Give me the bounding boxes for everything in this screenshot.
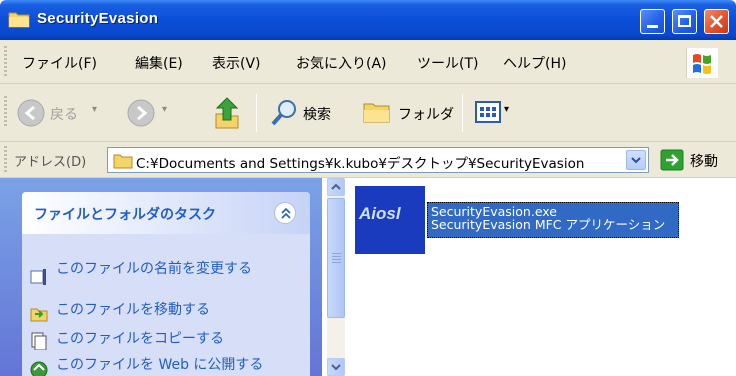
back-arrow-icon[interactable] <box>16 98 46 128</box>
chevron-up-icon <box>331 183 341 190</box>
task-publish-file[interactable]: このファイルを Web に公開する <box>56 358 286 372</box>
close-icon <box>710 15 723 28</box>
rename-icon <box>30 269 46 285</box>
application-icon[interactable]: Aiosl <box>355 186 425 254</box>
address-dropdown-button[interactable] <box>626 150 646 170</box>
standard-toolbar: 戻る ▾ ▾ 検索 フォルダ ▾ <box>0 84 736 142</box>
maximize-icon <box>678 15 691 27</box>
windows-logo <box>686 48 718 78</box>
forward-arrow-icon[interactable] <box>126 98 156 128</box>
views-dropdown-icon[interactable]: ▾ <box>504 104 509 115</box>
application-icon-text: Aiosl <box>359 204 401 223</box>
title-bar: SecurityEvasion <box>0 0 736 40</box>
collapse-button[interactable] <box>274 202 296 224</box>
menu-view[interactable]: 表示(V) <box>212 53 261 73</box>
folder-icon <box>8 12 30 28</box>
address-label: アドレス(D) <box>14 155 87 170</box>
back-button-label[interactable]: 戻る <box>50 104 78 124</box>
menu-favorites[interactable]: お気に入り(A) <box>296 53 387 73</box>
maximize-button[interactable] <box>672 9 697 34</box>
folder-up-icon[interactable] <box>212 96 242 130</box>
window-title: SecurityEvasion <box>37 10 159 27</box>
toolbar-grip <box>4 96 7 128</box>
chevron-down-icon <box>331 364 341 371</box>
minimize-button[interactable] <box>640 9 665 34</box>
views-icon[interactable] <box>475 100 503 124</box>
web-publish-icon <box>30 361 48 376</box>
task-panel-title: ファイルとフォルダのタスク <box>34 207 216 223</box>
task-pane-scrollbar[interactable] <box>327 178 345 376</box>
double-chevron-up-icon <box>281 207 291 219</box>
address-input[interactable]: C:¥Documents and Settings¥k.kubo¥デスクトップ¥… <box>107 147 649 173</box>
search-icon[interactable] <box>270 98 300 128</box>
folders-button-label[interactable]: フォルダ <box>398 104 454 124</box>
menu-tools[interactable]: ツール(T) <box>417 53 478 73</box>
task-panel-header[interactable]: ファイルとフォルダのタスク <box>22 192 310 234</box>
back-dropdown-icon[interactable]: ▾ <box>92 104 97 115</box>
go-button-label[interactable]: 移動 <box>690 151 718 171</box>
menu-grip <box>4 46 7 78</box>
copy-file-icon <box>31 332 47 350</box>
menu-edit[interactable]: 編集(E) <box>135 53 183 73</box>
scroll-thumb[interactable] <box>327 198 345 318</box>
scroll-down-button[interactable] <box>327 358 345 376</box>
folders-icon[interactable] <box>362 98 392 126</box>
close-button[interactable] <box>704 9 729 34</box>
address-grip <box>4 146 7 174</box>
folder-icon <box>113 154 133 169</box>
forward-dropdown-icon[interactable]: ▾ <box>162 104 167 115</box>
task-move-file[interactable]: このファイルを移動する <box>56 303 210 317</box>
toolbar-separator <box>256 94 257 132</box>
file-folder-tasks-panel: ファイルとフォルダのタスク このファイルの名前を変更する このファイルを移動する… <box>22 192 310 376</box>
menu-file[interactable]: ファイル(F) <box>22 53 97 73</box>
address-bar: アドレス(D) C:¥Documents and Settings¥k.kubo… <box>0 142 736 178</box>
chevron-down-icon <box>631 157 641 164</box>
menu-bar: ファイル(F) 編集(E) 表示(V) お気に入り(A) ツール(T) ヘルプ(… <box>0 40 736 84</box>
file-description: SecurityEvasion MFC アプリケーション <box>431 217 666 232</box>
file-list-view: Aiosl SecurityEvasion.exe SecurityEvasio… <box>345 178 736 376</box>
task-pane: ファイルとフォルダのタスク このファイルの名前を変更する このファイルを移動する… <box>0 178 322 376</box>
scroll-up-button[interactable] <box>327 178 345 196</box>
address-path: C:¥Documents and Settings¥k.kubo¥デスクトップ¥… <box>136 156 585 172</box>
search-button-label[interactable]: 検索 <box>303 104 331 124</box>
move-file-icon <box>30 308 48 322</box>
minimize-icon <box>647 25 658 28</box>
go-arrow-icon[interactable] <box>660 149 684 171</box>
toolbar-separator <box>462 94 463 132</box>
task-copy-file[interactable]: このファイルをコピーする <box>56 332 224 346</box>
selected-file-label[interactable]: SecurityEvasion.exe SecurityEvasion MFC … <box>427 202 679 238</box>
task-rename-file[interactable]: このファイルの名前を変更する <box>56 262 286 276</box>
menu-help[interactable]: ヘルプ(H) <box>503 53 566 73</box>
